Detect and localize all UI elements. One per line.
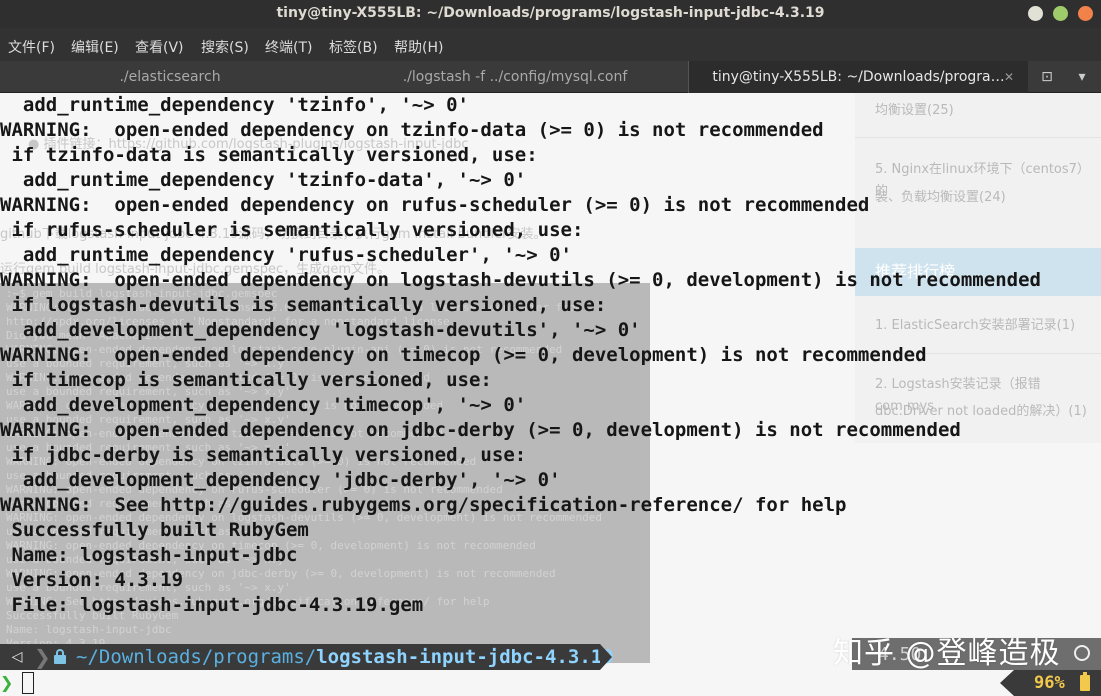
terminal-line: add_development_dependency 'logstash-dev… [0, 319, 641, 341]
tab-elasticsearch[interactable]: ./elasticsearch [0, 61, 340, 93]
terminal-body[interactable]: 均衡设置(25) 5. Nginx在linux环境下（centos7）的 装、负… [0, 93, 1101, 696]
menu-file[interactable]: 文件(F) [8, 37, 55, 57]
maximize-button[interactable] [1053, 6, 1068, 21]
terminal-line: Version: 4.3.19 [0, 569, 184, 591]
prompt-separator-icon: ❯ [34, 645, 51, 669]
terminal-line: WARNING: open-ended dependency on timeco… [0, 344, 927, 366]
terminal-line: WARNING: open-ended dependency on jdbc-d… [0, 419, 961, 441]
lock-icon [54, 649, 66, 664]
tab-label: ./elasticsearch [119, 69, 221, 85]
prompt-arrow-icon [600, 644, 612, 670]
background-text: 均衡设置(25) [875, 103, 954, 118]
terminal-line: add_development_dependency 'timecop', '~… [0, 394, 527, 416]
tab-label: tiny@tiny-X555LB: ~/Downloads/progra… [712, 69, 1005, 85]
clock-icon [1074, 645, 1090, 661]
background-text: 装、负载均衡设置(24) [875, 190, 1006, 205]
tab-close-icon[interactable]: ✕ [1004, 61, 1014, 93]
terminal-line: if logstash-devutils is semantically ver… [0, 294, 607, 316]
watermark: 知乎 @登峰造极 [833, 636, 1061, 671]
battery-icon [1080, 672, 1090, 691]
menu-search[interactable]: 搜索(S) [201, 37, 249, 57]
menu-view[interactable]: 查看(V) [135, 37, 184, 57]
terminal-line: File: logstash-input-jdbc-4.3.19.gem [0, 594, 424, 616]
terminal-line: if tzinfo-data is semantically versioned… [0, 144, 538, 166]
terminal-line: WARNING: open-ended dependency on tzinfo… [0, 119, 824, 141]
title-bar[interactable]: tiny@tiny-X555LB: ~/Downloads/programs/l… [0, 0, 1101, 28]
tab-menu-chevron-down-icon[interactable]: ▾ [1067, 61, 1097, 93]
terminal-line: add_runtime_dependency 'tzinfo-data', '~… [0, 169, 527, 191]
terminal-line: if rufus-scheduler is semantically versi… [0, 219, 584, 241]
shell-prompt: ◁ ❯ ~/Downloads/programs/logstash-input-… [0, 644, 614, 670]
terminal-line: add_development_dependency 'jdbc-derby',… [0, 469, 561, 491]
tab-current-shell[interactable]: tiny@tiny-X555LB: ~/Downloads/progra… ✕ [688, 61, 1028, 93]
menu-help[interactable]: 帮助(H) [394, 37, 443, 57]
battery-percent: 96% [1034, 673, 1065, 693]
terminal-line: Successfully built RubyGem [0, 519, 309, 541]
new-tab-icon[interactable]: ⊡ [1032, 61, 1062, 93]
prompt-path: ~/Downloads/programs/logstash-input-jdbc… [76, 644, 614, 670]
minimize-button[interactable] [1028, 6, 1043, 21]
terminal-line: if timecop is semantically versioned, us… [0, 369, 492, 391]
terminal-line: add_runtime_dependency 'tzinfo', '~> 0' [0, 94, 469, 116]
command-input-line[interactable]: ❯ [0, 670, 1101, 696]
menu-tabs[interactable]: 标签(B) [329, 37, 378, 57]
terminal-line: if jdbc-derby is semantically versioned,… [0, 444, 527, 466]
battery-status: 96% [1000, 670, 1101, 696]
terminal-line: Name: logstash-input-jdbc [0, 544, 298, 566]
menu-edit[interactable]: 编辑(E) [71, 37, 119, 57]
close-button[interactable] [1078, 6, 1093, 21]
terminal-line: WARNING: open-ended dependency on rufus-… [0, 194, 870, 216]
terminal-cursor [22, 672, 34, 694]
menu-terminal[interactable]: 终端(T) [265, 37, 312, 57]
terminal-line: WARNING: See http://guides.rubygems.org/… [0, 494, 847, 516]
menu-bar: 文件(F) 编辑(E) 查看(V) 搜索(S) 终端(T) 标签(B) 帮助(H… [0, 28, 1101, 61]
background-text: Name: logstash-input-jdbc [6, 623, 172, 636]
terminal-line: WARNING: open-ended dependency on logsta… [0, 269, 1041, 291]
prompt-path-current: logstash-input-jdbc-4.3.19 [316, 646, 614, 668]
window-title: tiny@tiny-X555LB: ~/Downloads/programs/l… [276, 5, 825, 21]
terminal-line: add_runtime_dependency 'rufus-scheduler'… [0, 244, 572, 266]
tab-logstash[interactable]: ./logstash -f ../config/mysql.conf [345, 61, 685, 93]
os-icon: ◁ [0, 644, 34, 670]
prompt-caret-icon: ❯ [0, 673, 14, 692]
tab-bar: ./elasticsearch ./logstash -f ../config/… [0, 61, 1101, 93]
tab-label: ./logstash -f ../config/mysql.conf [402, 69, 628, 85]
prompt-path-parent: ~/Downloads/programs/ [76, 646, 317, 668]
background-text: 1. ElasticSearch安装部署记录(1) [875, 318, 1076, 333]
